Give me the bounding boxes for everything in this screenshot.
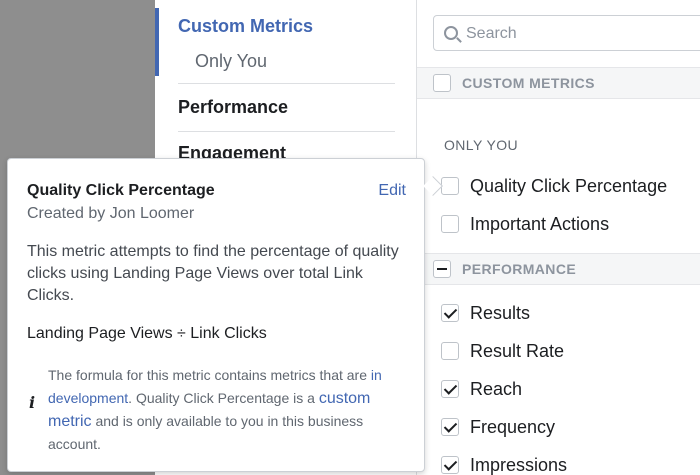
section-checkbox-custom-metrics[interactable]: [433, 74, 451, 92]
tooltip-note: The formula for this metric contains met…: [48, 364, 388, 456]
metrics-list-panel: CUSTOM METRICS ONLY YOU Quality Click Pe…: [417, 0, 700, 475]
section-checkbox-performance[interactable]: [433, 260, 451, 278]
section-header-custom-metrics: CUSTOM METRICS: [417, 67, 700, 99]
metric-label[interactable]: Results: [470, 303, 530, 324]
checkbox-quality-click-percentage[interactable]: [441, 177, 459, 195]
metric-label[interactable]: Impressions: [470, 455, 567, 475]
metric-label[interactable]: Frequency: [470, 417, 555, 438]
checkbox-important-actions[interactable]: [441, 215, 459, 233]
metric-label[interactable]: Important Actions: [470, 214, 609, 235]
metric-label[interactable]: Quality Click Percentage: [470, 176, 667, 197]
checkbox-reach[interactable]: [441, 380, 459, 398]
nav-divider: [178, 83, 395, 84]
search-input[interactable]: [466, 23, 700, 45]
note-text: . Quality Click Percentage is a: [128, 390, 319, 406]
nav-item-custom-metrics[interactable]: Custom Metrics: [178, 16, 313, 37]
section-title: PERFORMANCE: [462, 261, 577, 277]
note-text: The formula for this metric contains met…: [48, 367, 371, 383]
metric-label[interactable]: Reach: [470, 379, 522, 400]
checkbox-impressions[interactable]: [441, 456, 459, 474]
tooltip-description: This metric attempts to find the percent…: [27, 243, 399, 304]
info-icon: i: [29, 393, 36, 412]
search-icon: [444, 26, 458, 40]
search-box[interactable]: [433, 15, 700, 51]
tooltip-formula: Landing Page Views ÷ Link Clicks: [27, 325, 267, 342]
subsection-header-only-you: ONLY YOU: [444, 137, 519, 153]
checkbox-results[interactable]: [441, 304, 459, 322]
tooltip-creator: Created by Jon Loomer: [27, 205, 195, 222]
tooltip-title: Quality Click Percentage: [27, 182, 215, 199]
nav-divider: [178, 131, 395, 132]
checkbox-frequency[interactable]: [441, 418, 459, 436]
nav-subitem-only-you[interactable]: Only You: [195, 51, 267, 72]
metric-label[interactable]: Result Rate: [470, 341, 564, 362]
active-indicator: [155, 8, 159, 76]
note-text: and is only available to you in this bus…: [48, 413, 364, 452]
nav-item-performance[interactable]: Performance: [178, 97, 288, 118]
checkbox-result-rate[interactable]: [441, 342, 459, 360]
section-title: CUSTOM METRICS: [462, 75, 595, 91]
section-header-performance: PERFORMANCE: [417, 253, 700, 285]
metric-info-tooltip: Quality Click Percentage Edit Created by…: [7, 158, 443, 472]
edit-link[interactable]: Edit: [378, 182, 406, 200]
